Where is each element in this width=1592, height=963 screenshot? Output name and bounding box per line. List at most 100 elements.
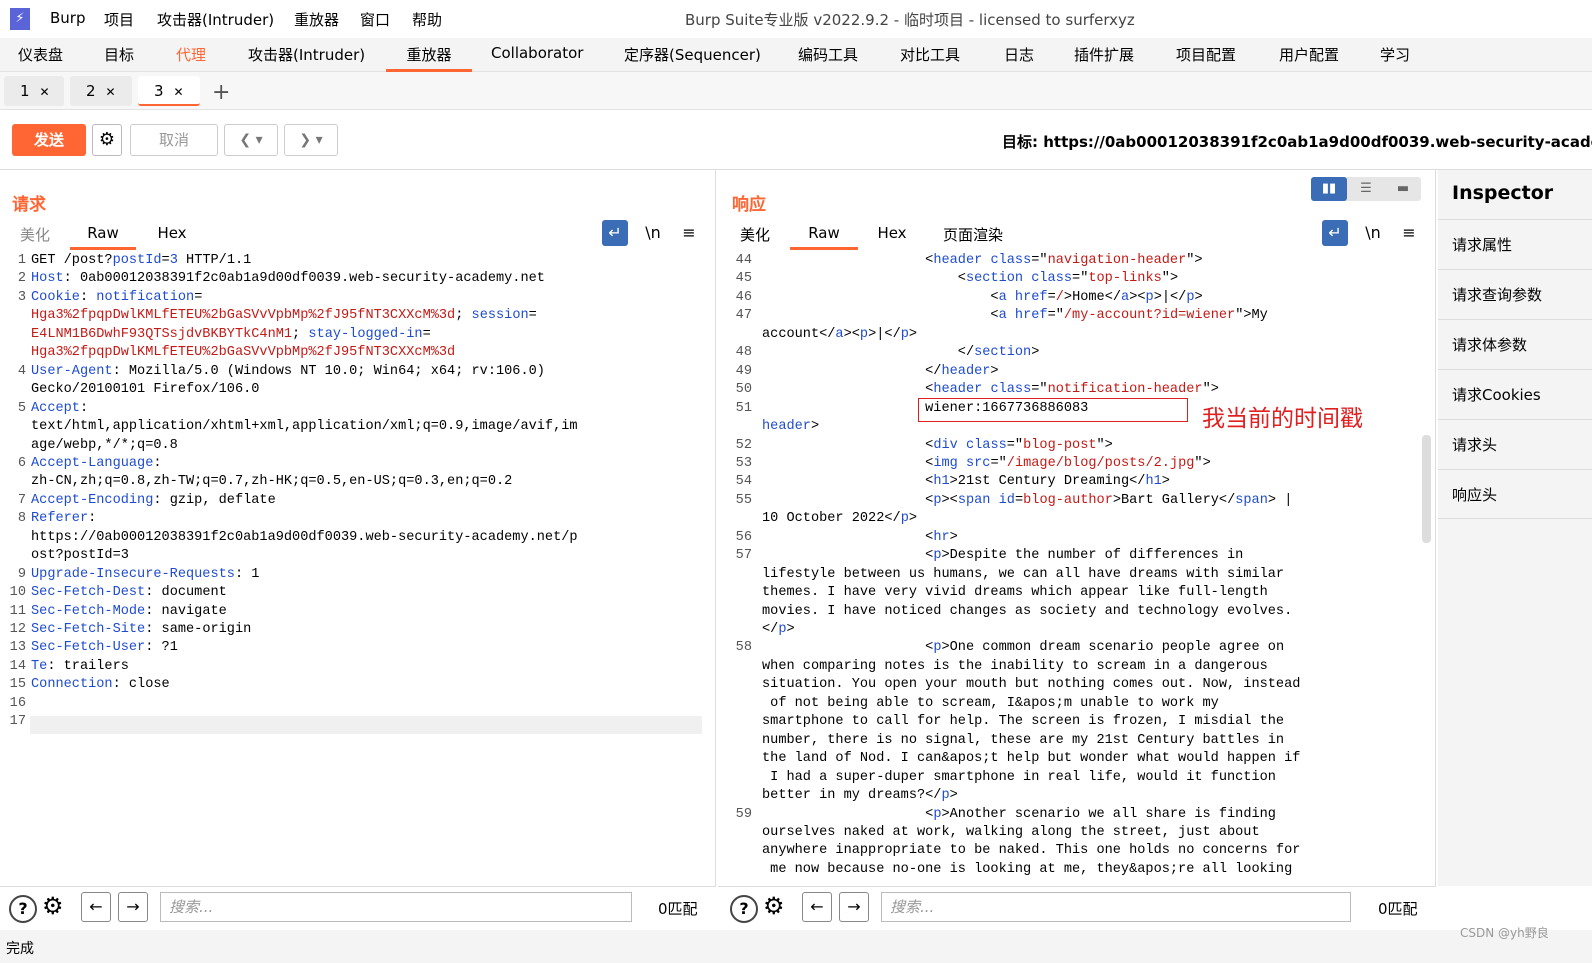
tab-hex[interactable]: Hex — [156, 224, 188, 250]
history-back-button[interactable]: ❮ ▾ — [224, 124, 278, 156]
close-icon[interactable]: ✕ — [106, 85, 116, 99]
history-forward-button[interactable]: ❯ ▾ — [284, 124, 338, 156]
code-line: <header class="notification-header"> — [762, 382, 1219, 398]
tab-pretty[interactable]: 美化 — [18, 224, 52, 250]
tab-user-options[interactable]: 用户配置 — [1279, 44, 1339, 72]
tab-target[interactable]: 目标 — [104, 44, 134, 72]
tab-extensions[interactable]: 插件扩展 — [1074, 44, 1134, 72]
code-line: smartphone to call for help. The screen … — [762, 714, 1285, 730]
arrow-right-icon[interactable]: → — [839, 892, 869, 922]
line-number: 59 — [735, 806, 752, 822]
menu-repeater[interactable]: 重放器 — [294, 9, 339, 30]
tab-project-options[interactable]: 项目配置 — [1176, 44, 1236, 72]
close-icon[interactable]: ✕ — [40, 85, 50, 99]
tab-intruder[interactable]: 攻击器(Intruder) — [248, 44, 365, 72]
code-line: I had a super-duper smartphone in real l… — [762, 769, 1276, 785]
help-icon[interactable]: ? — [9, 895, 37, 923]
arrow-left-icon[interactable]: ← — [81, 892, 111, 922]
line-number: 13 — [9, 640, 26, 656]
line-number: 58 — [735, 640, 752, 656]
tab-render[interactable]: 页面渲染 — [940, 224, 1006, 250]
menu-icon[interactable]: ≡ — [676, 220, 702, 246]
tab-collaborator[interactable]: Collaborator — [491, 44, 583, 72]
inspector-request-headers[interactable]: 请求头 — [1438, 419, 1592, 469]
inspector-query-params[interactable]: 请求查询参数 — [1438, 269, 1592, 319]
app-title: Burp Suite专业版 v2022.9.2 - 临时项目 - license… — [685, 11, 1135, 29]
gear-icon[interactable]: ⚙ — [92, 124, 122, 156]
code-line: Te: trailers — [31, 658, 129, 674]
line-number: 48 — [735, 345, 752, 361]
menu-help[interactable]: 帮助 — [412, 9, 442, 30]
split-vertical-icon[interactable]: ▮▮ — [1311, 177, 1347, 201]
tab-hex[interactable]: Hex — [876, 224, 908, 250]
repeater-tab-label: 1 — [20, 82, 30, 100]
inspector-response-headers[interactable]: 响应头 — [1438, 469, 1592, 519]
send-button[interactable]: 发送 — [12, 124, 86, 156]
tab-repeater[interactable]: 重放器 — [386, 44, 472, 72]
gear-icon[interactable]: ⚙ — [42, 892, 64, 920]
tab-learn[interactable]: 学习 — [1380, 44, 1410, 72]
code-line: Referer: — [31, 511, 97, 527]
close-icon[interactable]: ✕ — [174, 85, 184, 99]
code-line: account</a><p>|</p> — [762, 326, 918, 342]
cancel-button[interactable]: 取消 — [130, 124, 218, 156]
request-search-input[interactable]: 搜索... — [160, 892, 632, 922]
menu-intruder[interactable]: 攻击器(Intruder) — [157, 9, 274, 30]
tab-raw[interactable]: Raw — [70, 224, 136, 250]
code-line: <section class="top-links"> — [762, 271, 1179, 287]
tab-comparer[interactable]: 对比工具 — [900, 44, 960, 72]
code-line: </header> — [762, 363, 999, 379]
code-line: anywhere inappropriate to be naked. This… — [762, 843, 1301, 859]
newline-toggle-icon[interactable]: \n — [640, 220, 666, 246]
wrap-icon[interactable]: ↵ — [1322, 220, 1348, 246]
code-line: Gecko/20100101 Firefox/106.0 — [31, 382, 260, 398]
newline-toggle-icon[interactable]: \n — [1360, 220, 1386, 246]
repeater-tab-label: 2 — [86, 82, 96, 100]
repeater-tab-2[interactable]: 2 ✕ — [70, 76, 132, 106]
help-icon[interactable]: ? — [730, 895, 758, 923]
repeater-tab-3[interactable]: 3 ✕ — [138, 76, 200, 106]
line-number: 2 — [17, 271, 26, 287]
menu-window[interactable]: 窗口 — [360, 9, 390, 30]
tab-proxy[interactable]: 代理 — [176, 44, 206, 72]
tab-logger[interactable]: 日志 — [1004, 44, 1034, 72]
tab-pretty[interactable]: 美化 — [738, 224, 772, 250]
burp-logo-icon: ⚡ — [10, 8, 30, 30]
menu-burp[interactable]: Burp — [50, 9, 86, 27]
inspector-body-params[interactable]: 请求体参数 — [1438, 319, 1592, 369]
tab-decoder[interactable]: 编码工具 — [798, 44, 858, 72]
inspector-request-attributes[interactable]: 请求属性 — [1438, 219, 1592, 269]
menu-icon[interactable]: ≡ — [1396, 220, 1422, 246]
add-tab-plus-icon[interactable]: + — [212, 80, 230, 105]
code-line: <a href="/my-account?id=wiener">My — [762, 308, 1268, 324]
request-match-count: 0匹配 — [658, 900, 698, 918]
tab-sequencer[interactable]: 定序器(Sequencer) — [624, 44, 761, 72]
code-line: <p><span id=blog-author>Bart Gallery</sp… — [762, 492, 1293, 508]
response-scrollbar[interactable] — [1422, 435, 1431, 543]
target-url[interactable]: 目标: https://0ab00012038391f2c0ab1a9d00df… — [1002, 131, 1592, 152]
code-line: <h1>21st Century Dreaming</h1> — [762, 474, 1170, 490]
repeater-tab-1[interactable]: 1 ✕ — [4, 76, 64, 106]
tab-dashboard[interactable]: 仪表盘 — [18, 44, 63, 72]
tab-raw[interactable]: Raw — [790, 224, 858, 250]
code-line: <header class="navigation-header"> — [762, 253, 1203, 268]
line-number: 50 — [735, 382, 752, 398]
code-line: number, there is no signal, these are my… — [762, 732, 1285, 748]
inspector-panel: Inspector 请求属性 请求查询参数 请求体参数 请求Cookies 请求… — [1438, 170, 1592, 886]
arrow-right-icon[interactable]: → — [118, 892, 148, 922]
gear-icon[interactable]: ⚙ — [763, 892, 785, 920]
code-line: Cookie: notification= — [31, 289, 203, 305]
menu-project[interactable]: 项目 — [104, 9, 134, 30]
arrow-left-icon[interactable]: ← — [802, 892, 832, 922]
inspector-request-cookies[interactable]: 请求Cookies — [1438, 369, 1592, 419]
single-pane-icon[interactable]: ▬ — [1385, 177, 1421, 201]
code-line: User-Agent: Mozilla/5.0 (Windows NT 10.0… — [31, 363, 545, 379]
split-horizontal-icon[interactable]: ☰ — [1348, 177, 1384, 201]
request-pane: 请求 美化 Raw Hex ↵ \n ≡ 1 GET /post?postId=3… — [0, 170, 716, 886]
response-search-input[interactable]: 搜索... — [881, 892, 1351, 922]
wrap-icon[interactable]: ↵ — [602, 220, 628, 246]
line-number: 9 — [17, 566, 26, 582]
code-line: GET /post?postId=3 HTTP/1.1 — [31, 253, 252, 268]
code-line: Hga3%2fpqpDwlKMLfETEU%2bGaSVvVpbMp%2fJ95… — [31, 345, 456, 361]
line-number: 52 — [735, 437, 752, 453]
